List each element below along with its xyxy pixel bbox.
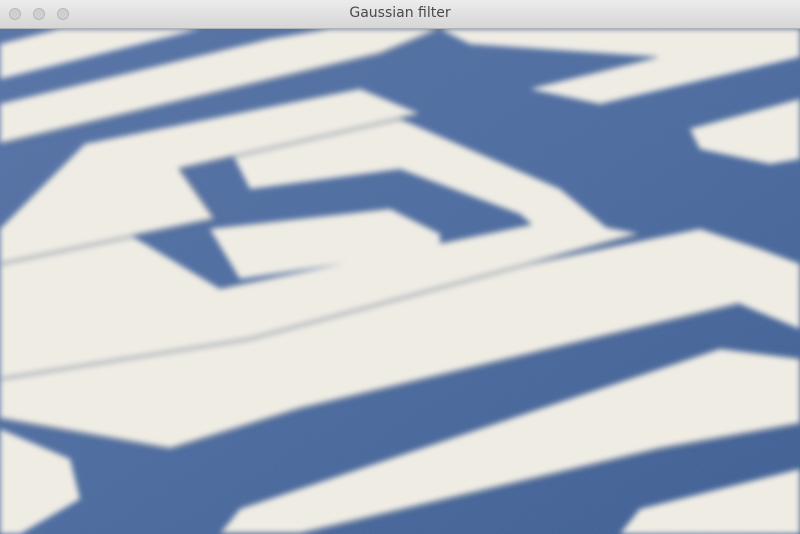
image-canvas: [0, 29, 800, 534]
window-title: Gaussian filter: [349, 5, 451, 21]
title-bar[interactable]: Gaussian filter: [0, 0, 800, 29]
filtered-image: [0, 29, 800, 534]
app-window: Gaussian filter: [0, 0, 800, 534]
